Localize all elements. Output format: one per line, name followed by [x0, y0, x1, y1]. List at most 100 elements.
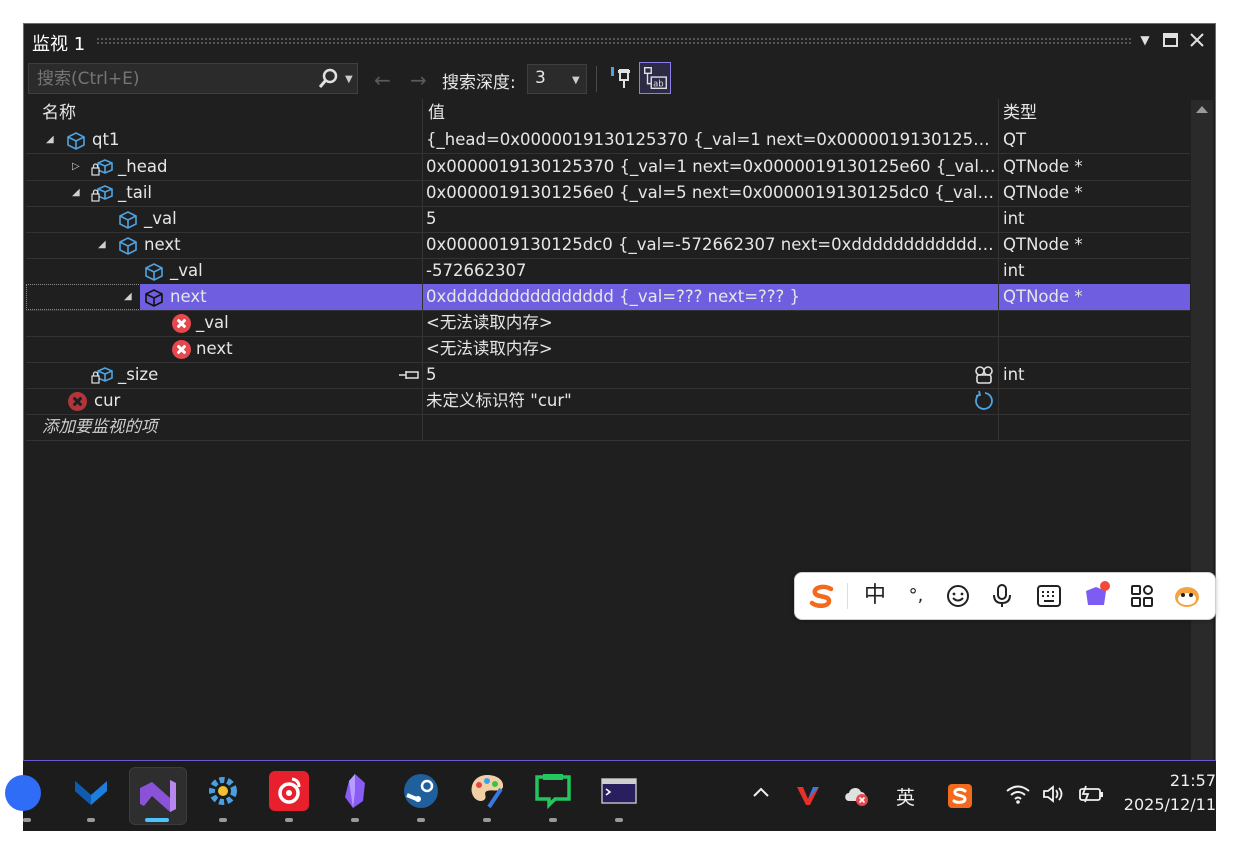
clock-time[interactable]: 21:57 [1170, 771, 1216, 790]
browser-app-icon[interactable] [5, 775, 41, 811]
vertical-scrollbar[interactable] [1191, 100, 1213, 760]
column-divider [998, 127, 999, 441]
back-arrow-icon[interactable]: ← [374, 68, 391, 92]
collapse-triangle-icon[interactable]: ◢ [72, 180, 80, 206]
name-cell: _val [26, 310, 423, 336]
column-divider[interactable] [422, 99, 423, 127]
title-bar[interactable]: 监视 1 ▼ [24, 24, 1215, 58]
variable-name: _head [118, 157, 168, 176]
name-cell: cur [26, 388, 423, 414]
microphone-icon[interactable] [987, 581, 1017, 611]
steam-app-icon[interactable] [401, 771, 441, 811]
value-cell[interactable]: -572662307 [426, 258, 996, 284]
collapse-triangle-icon[interactable]: ◢ [98, 232, 106, 258]
value-cell[interactable]: 0xdddddddddddddddd {_val=??? next=??? } [426, 284, 996, 310]
mascot-icon[interactable] [1172, 581, 1202, 611]
watch-row[interactable]: ▷ _head 0x0000019130125370 {_val=1 next=… [26, 154, 1190, 181]
column-divider[interactable] [998, 99, 999, 127]
search-box[interactable]: ▼ [28, 63, 358, 94]
chat-app-icon[interactable] [533, 771, 573, 811]
watch-row[interactable]: cur 未定义标识符 "cur" [26, 388, 1190, 415]
title-drag-grip[interactable] [96, 37, 1133, 44]
column-header-name[interactable]: 名称 [42, 99, 76, 127]
hex-display-icon[interactable]: ab [639, 62, 671, 94]
watch-window: 监视 1 ▼ ▼ ← → 搜索深度: 3 ▼ [23, 23, 1216, 761]
value-cell[interactable]: 0x00000191301256e0 {_val=5 next=0x000001… [426, 180, 996, 206]
battery-icon[interactable] [1077, 783, 1105, 810]
visual-studio-icon[interactable] [129, 767, 187, 825]
paint-app-icon[interactable] [467, 771, 507, 811]
ime-chinese-mode[interactable]: 中 [860, 581, 890, 611]
add-watch-placeholder[interactable]: 添加要监视的项 [42, 414, 158, 440]
chevron-up-icon[interactable] [751, 783, 771, 808]
music-app-icon[interactable] [269, 771, 309, 811]
cloud-sync-error-icon[interactable] [843, 783, 871, 812]
collapse-triangle-icon[interactable]: ◢ [46, 127, 54, 153]
type-cell [1003, 310, 1190, 336]
type-cell: QTNode * [1003, 287, 1083, 306]
scroll-up-arrow-icon[interactable] [1196, 106, 1208, 113]
watch-row[interactable]: ◢ qt1 {_head=0x0000019130125370 {_val=1 … [26, 127, 1190, 154]
keyboard-icon[interactable] [1034, 581, 1064, 611]
app-icon[interactable] [71, 771, 111, 811]
value-cell[interactable]: {_head=0x0000019130125370 {_val=1 next=0… [426, 127, 996, 153]
collapse-triangle-icon[interactable]: ◢ [124, 284, 132, 310]
variable-name: _size [118, 365, 159, 384]
emoji-icon[interactable] [943, 581, 973, 611]
taskbar: 英 21:57 2025/12/11 [5, 761, 1216, 831]
settings-app-icon[interactable] [203, 771, 243, 811]
value-cell[interactable]: <无法读取内存> [426, 310, 996, 336]
wifi-icon[interactable] [1005, 783, 1031, 810]
sogou-tray-icon[interactable] [947, 783, 973, 814]
watch-row[interactable]: next <无法读取内存> [26, 336, 1190, 363]
type-cell: QTNode * [1003, 235, 1083, 254]
terminal-app-icon[interactable] [599, 771, 639, 811]
close-icon[interactable] [1186, 29, 1208, 51]
skin-icon[interactable] [1081, 581, 1111, 611]
visualizer-icon[interactable] [974, 365, 994, 385]
clock-date[interactable]: 2025/12/11 [1124, 795, 1216, 814]
ime-punctuation-mode[interactable]: °, [901, 581, 931, 611]
maximize-icon[interactable] [1160, 29, 1182, 51]
watch-row[interactable]: _val <无法读取内存> [26, 310, 1190, 337]
refresh-icon[interactable] [974, 390, 996, 412]
chevron-down-icon[interactable]: ▼ [345, 74, 353, 85]
value-cell[interactable]: 未定义标识符 "cur" [426, 388, 996, 414]
value-cell[interactable]: 0x0000019130125dc0 {_val=-572662307 next… [426, 232, 996, 258]
type-cell: QTNode * [1003, 157, 1083, 176]
grid-menu-icon[interactable] [1127, 581, 1157, 611]
type-cell [1003, 414, 1190, 440]
forward-arrow-icon[interactable]: → [410, 68, 427, 92]
volume-icon[interactable] [1041, 783, 1067, 810]
object-cube-icon [145, 263, 163, 281]
search-depth-select[interactable]: 3 ▼ [527, 64, 587, 94]
value-cell[interactable]: <无法读取内存> [426, 336, 996, 362]
pin-icon[interactable] [398, 368, 420, 382]
watch-row[interactable]: _size 5 int [26, 362, 1190, 389]
add-watch-row[interactable]: 添加要监视的项 [26, 414, 1190, 441]
tray-app-icon[interactable] [795, 783, 821, 812]
watch-row[interactable]: _val -572662307 int [26, 258, 1190, 285]
value-cell[interactable]: 0x0000019130125370 {_val=1 next=0x000001… [426, 154, 996, 180]
sogou-logo-icon[interactable] [807, 581, 837, 611]
expand-triangle-icon[interactable]: ▷ [72, 154, 80, 180]
obsidian-app-icon[interactable] [335, 771, 375, 811]
chevron-down-icon[interactable]: ▼ [1134, 29, 1156, 51]
watch-row[interactable]: _val 5 int [26, 206, 1190, 233]
watch-row[interactable]: ◢ next 0x0000019130125dc0 {_val=-5726623… [26, 232, 1190, 259]
watch-toolbar: ▼ ← → 搜索深度: 3 ▼ ab [24, 60, 1215, 98]
watch-row[interactable]: ◢ _tail 0x00000191301256e0 {_val=5 next=… [26, 180, 1190, 207]
input-language-indicator[interactable]: 英 [896, 783, 915, 810]
variable-name: _tail [118, 183, 152, 202]
search-input[interactable] [37, 69, 307, 89]
name-cell: next [26, 336, 423, 362]
value-cell[interactable]: 5 [426, 206, 996, 232]
active-indicator [145, 818, 169, 822]
search-icon[interactable] [317, 68, 339, 90]
watch-row-selected[interactable]: ◢ next 0xdddddddddddddddd {_val=??? next… [26, 284, 1190, 311]
column-header-type[interactable]: 类型 [1003, 99, 1037, 127]
pin-icon[interactable] [608, 64, 634, 92]
value-cell[interactable]: 5 [426, 362, 996, 388]
column-header-value[interactable]: 值 [428, 99, 445, 127]
variable-name: _val [196, 313, 229, 332]
